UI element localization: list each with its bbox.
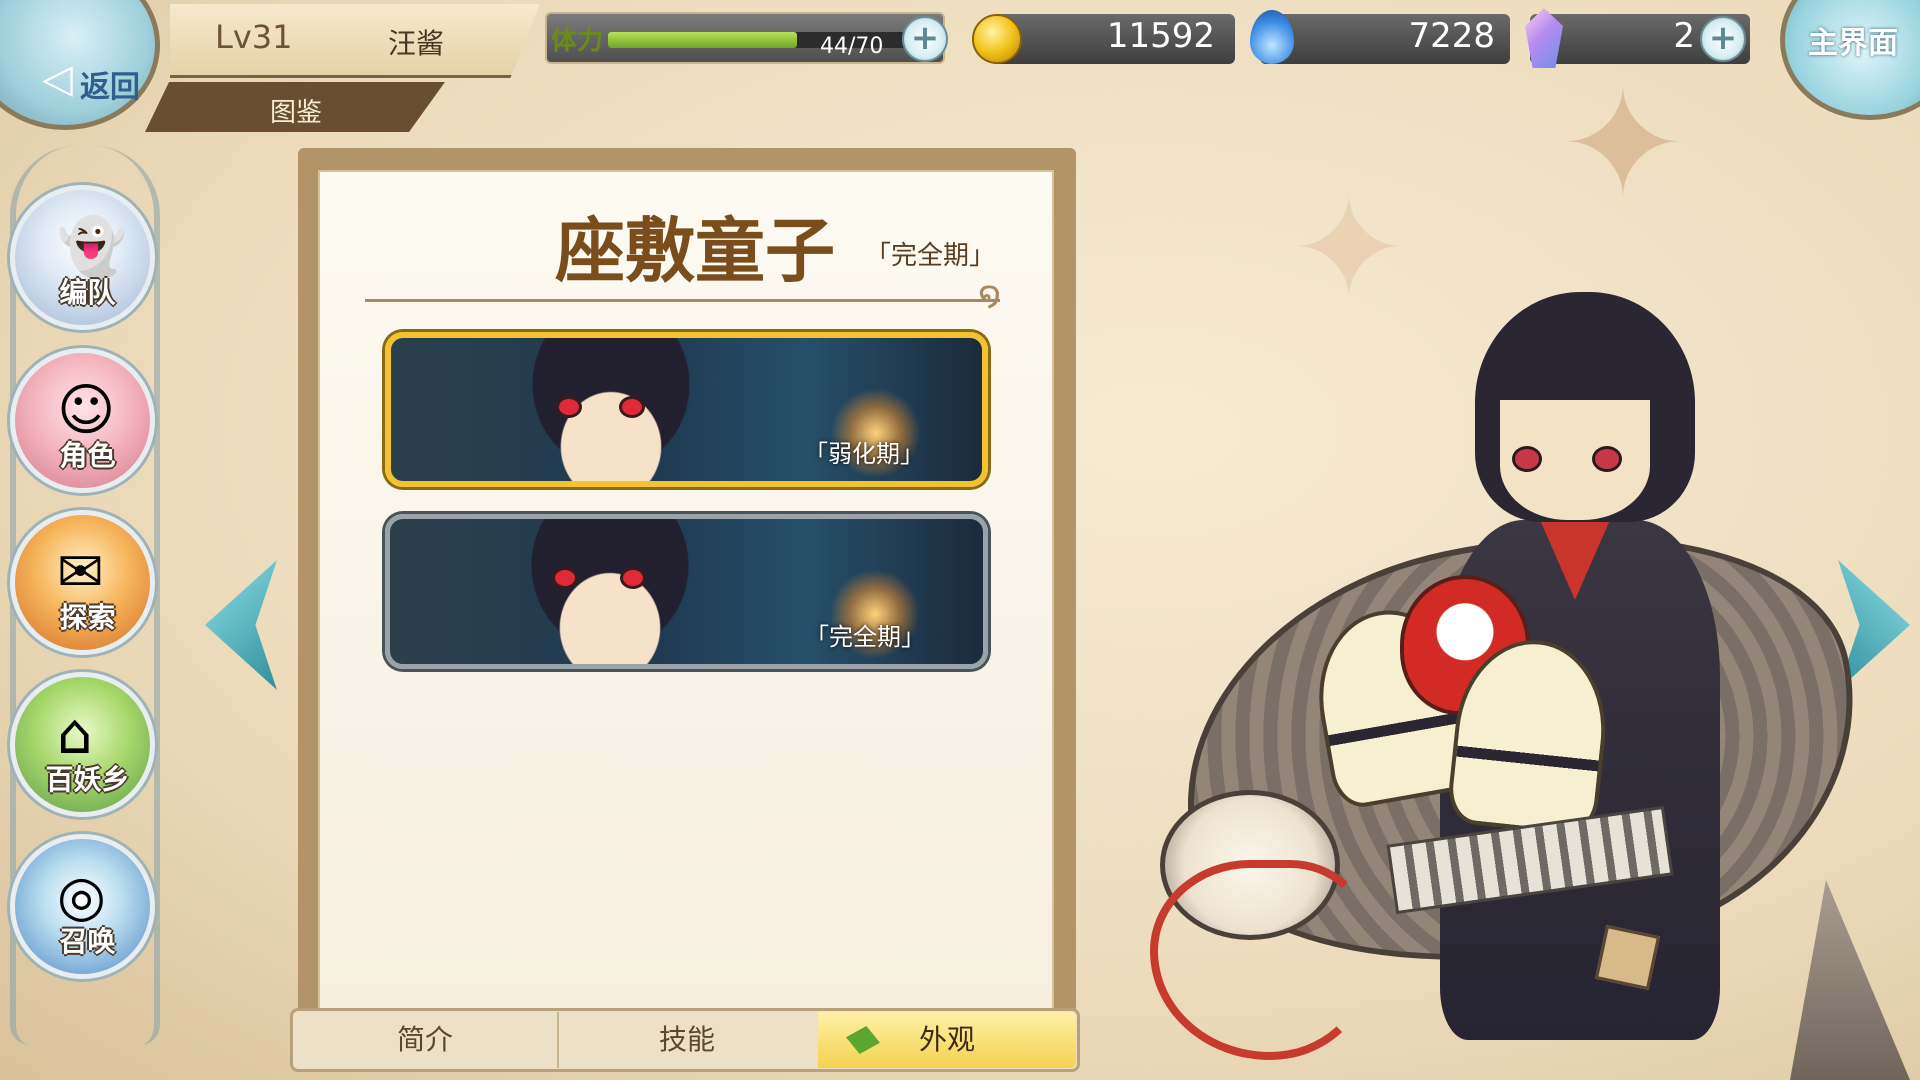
character-eye	[1592, 446, 1622, 472]
sparkle-decoration: ✦	[1290, 168, 1408, 331]
portrait-eye	[620, 567, 646, 589]
top-bar: ◁ 返回 Lv31 汪酱 图鉴 体力 44/70 + 11592 7228 2 …	[0, 0, 1920, 132]
tab-skills[interactable]: 技能	[557, 1012, 815, 1068]
back-button-label[interactable]: 返回	[80, 62, 140, 106]
page-title: 图鉴	[270, 98, 323, 128]
add-stamina-button[interactable]: +	[902, 16, 948, 62]
red-rope	[1150, 860, 1370, 1060]
stamina-label: 体力	[551, 26, 604, 56]
portrait-eye	[619, 396, 645, 418]
sidebar-item-label: 百妖乡	[45, 763, 130, 796]
koi-tail	[1790, 880, 1910, 1080]
form-card-weakened[interactable]: 「弱化期」	[385, 332, 988, 487]
add-gem-button[interactable]: +	[1700, 16, 1746, 62]
sidebar-item-explore[interactable]: ✉ 探索	[10, 510, 155, 655]
tab-intro[interactable]: 简介	[296, 1012, 554, 1068]
sidebar-item-team[interactable]: 👻 编队	[10, 185, 155, 330]
sidebar-item-label: 角色	[59, 439, 116, 472]
sidebar-item-character[interactable]: ☺ 角色	[10, 348, 155, 493]
form-card-label: 「弱化期」	[804, 440, 924, 468]
character-eye	[1512, 446, 1542, 472]
title-divider	[365, 299, 1000, 302]
sidebar-item-village[interactable]: ⌂ 百妖乡	[10, 672, 155, 817]
home-button-label[interactable]: 主界面	[1808, 18, 1898, 62]
wooden-tag	[1594, 924, 1661, 991]
previous-character-arrow[interactable]	[205, 560, 277, 690]
player-level: Lv31	[215, 18, 293, 56]
stamina-value: 44/70	[820, 34, 884, 59]
character-portrait-icon: ☺	[57, 378, 116, 443]
portrait-eye	[552, 567, 578, 589]
sidebar-item-label: 编队	[59, 276, 116, 309]
form-portrait	[511, 338, 711, 481]
stamina-fill	[608, 32, 797, 48]
gold-value: 11592	[1106, 16, 1215, 56]
form-card-complete[interactable]: 「完全期」	[385, 514, 988, 669]
back-arrow-icon: ◁	[42, 56, 73, 102]
character-name: 座敷童子	[555, 209, 835, 292]
sidebar-item-label: 探索	[59, 601, 116, 634]
summon-swirl-icon: ◎	[57, 864, 106, 929]
scroll-map-icon: ✉	[57, 540, 104, 605]
form-portrait	[510, 519, 710, 664]
gem-value: 2	[1673, 16, 1695, 56]
portrait-eye	[556, 396, 582, 418]
form-card-label: 「完全期」	[805, 623, 925, 651]
character-stage: 「完全期」	[865, 241, 996, 271]
sidebar-item-summon[interactable]: ◎ 召唤	[10, 834, 155, 979]
sparkle-decoration: ✦	[1560, 58, 1686, 232]
village-hut-icon: ⌂	[57, 702, 93, 767]
swirl-ornament-icon: ໑	[978, 274, 1002, 315]
ghost-knight-icon: 👻	[57, 215, 127, 280]
sidebar-item-label: 召唤	[59, 925, 116, 958]
player-name: 汪酱	[388, 27, 445, 60]
gold-coin-icon	[972, 14, 1022, 64]
soulfire-value: 7228	[1408, 16, 1495, 56]
